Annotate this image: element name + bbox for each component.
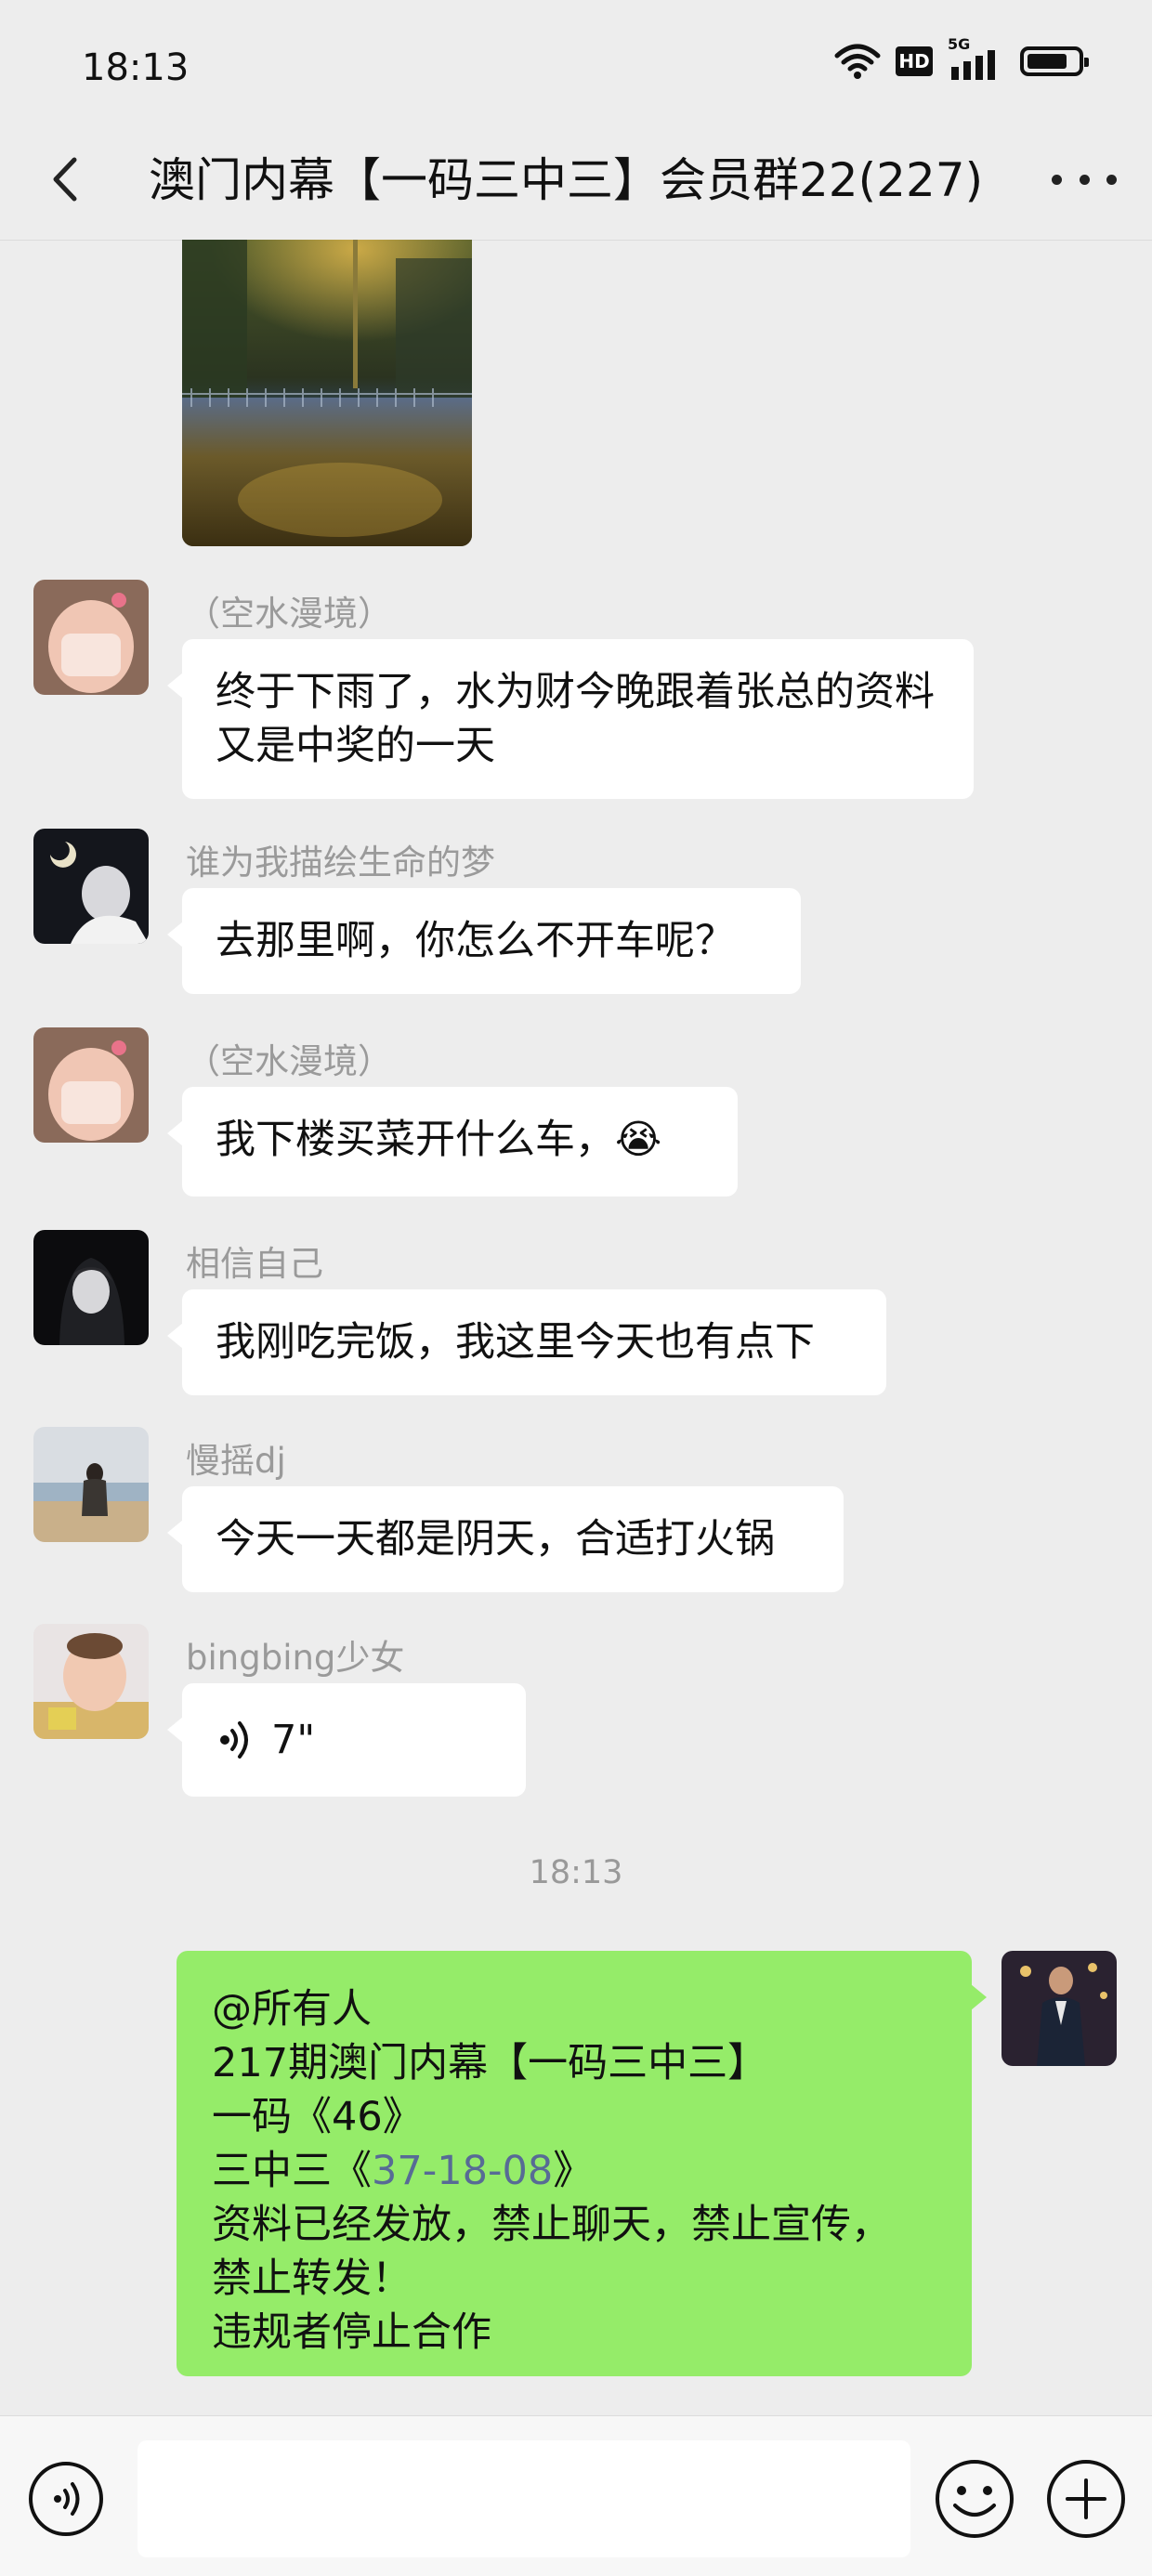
chat-title: 澳门内幕【一码三中三】会员群22(227) [149,153,984,207]
status-bar: 18:13 HD 5G [0,0,1152,121]
avatar[interactable] [33,1427,149,1542]
message-bubble[interactable]: 今天一天都是阴天，合适打火锅 [167,1486,844,1592]
message-input[interactable] [137,2440,910,2557]
sender-name: （空水漫境） [186,594,392,634]
emoji-button[interactable] [933,2457,1016,2541]
more-button[interactable] [1052,147,1117,212]
sender-name: 谁为我描绘生命的梦 [186,843,495,883]
message-bubble[interactable]: 终于下雨了，水为财今晚跟着张总的资料又是中奖的一天 [167,639,974,799]
my-message-bubble[interactable]: @所有人 217期澳门内幕【一码三中三】 一码《46》 三中三《37-18-08… [177,1951,987,2376]
child-avatar-image [33,1624,149,1739]
baby-avatar-image [33,580,149,695]
message-text: 去那里啊，你怎么不开车呢？ [216,918,735,964]
shared-photo[interactable] [182,240,472,546]
number-link[interactable]: 37-18-08 [372,2148,553,2194]
message-line: 资料已经发放，禁止聊天，禁止宣传， [212,2202,891,2248]
avatar[interactable] [33,1624,149,1739]
wifi-icon [834,44,881,79]
voice-wave-icon [220,1721,248,1759]
message-bubble[interactable]: 去那里啊，你怎么不开车呢？ [167,888,801,994]
status-time: 18:13 [82,46,190,89]
voice-duration: 7" [271,1717,316,1763]
avatar[interactable] [33,1027,149,1143]
voice-toggle-button[interactable] [26,2459,106,2539]
night-avatar-image [33,829,149,944]
avatar[interactable] [33,829,149,944]
message-text: 终于下雨了，水为财今晚跟着张总的资料又是中奖的一天 [216,669,935,769]
message-line: 217期澳门内幕【一码三中三】 [212,2040,768,2086]
battery-icon [1020,46,1089,76]
sender-name: bingbing少女 [186,1638,405,1678]
message-bubble[interactable]: 我刚吃完饭，我这里今天也有点下 [167,1289,886,1395]
message-bubble[interactable]: 我下楼买菜开什么车，😭 [167,1087,738,1196]
chevron-left-icon [53,157,77,202]
smiley-icon [936,2460,1014,2538]
beach-avatar-image [33,1427,149,1542]
message-text: 今天一天都是阴天，合适打火锅 [216,1516,775,1563]
plus-circle-icon [1047,2460,1125,2538]
input-bar [0,2415,1152,2576]
back-button[interactable] [33,147,98,212]
rain-street-photo [182,240,472,546]
message-line: 三中三《37-18-08》 [212,2148,594,2194]
signal-icon: 5G [948,35,1005,80]
sender-name: （空水漫境） [186,1041,392,1081]
sender-name: 相信自己 [186,1244,323,1284]
plus-button[interactable] [1044,2457,1128,2541]
hd-badge: HD [896,46,933,76]
sender-name: 慢摇dj [186,1441,286,1481]
man-suit-avatar-image [1001,1951,1117,2066]
anime-avatar-image [33,1230,149,1345]
avatar[interactable] [33,1230,149,1345]
message-line: @所有人 [212,1986,372,2033]
message-text: 我刚吃完饭，我这里今天也有点下 [216,1319,815,1366]
avatar[interactable] [33,580,149,695]
message-line: 禁止转发！ [212,2256,412,2302]
message-text: 我下楼买菜开什么车， [216,1117,615,1163]
voice-icon [29,2462,103,2536]
message-line: 一码《46》 [212,2094,423,2140]
more-dots-icon [1052,174,1062,185]
chat-header: 澳门内幕【一码三中三】会员群22(227) [0,121,1152,241]
baby-avatar-image [33,1027,149,1143]
voice-message-bubble[interactable]: 7" [167,1683,526,1797]
time-separator: 18:13 [529,1854,623,1891]
my-avatar[interactable] [1001,1951,1117,2066]
status-icons: HD 5G [834,35,1089,80]
crying-laughing-emoji: 😭 [615,1117,662,1163]
message-line: 违规者停止合作 [212,2309,491,2356]
